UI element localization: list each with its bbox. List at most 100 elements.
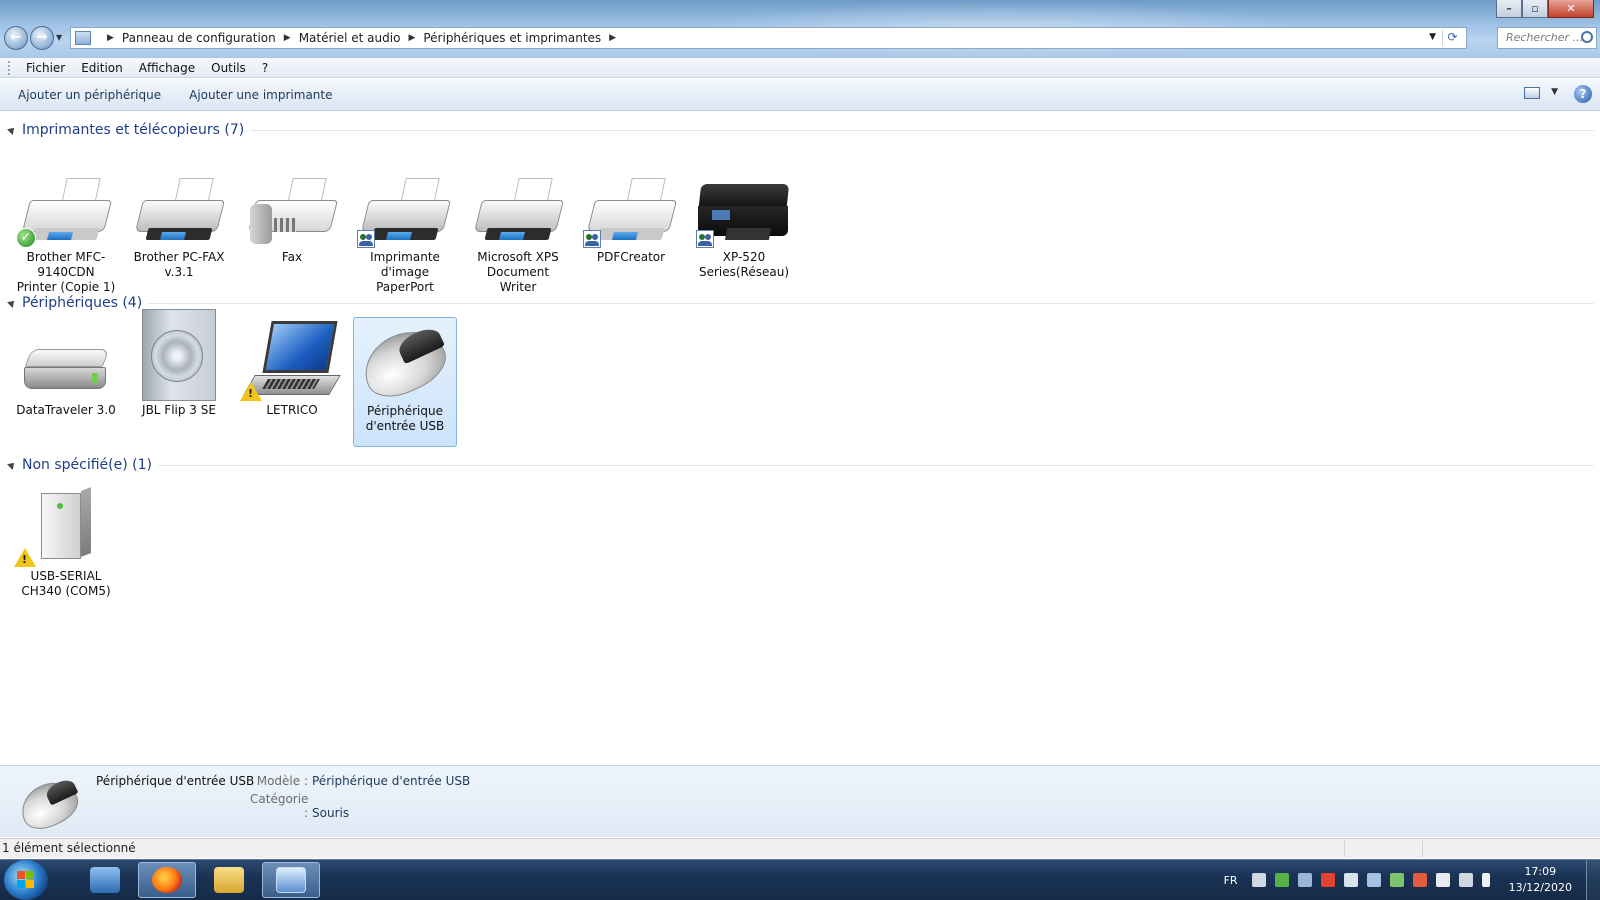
shared-icon xyxy=(696,230,714,248)
details-model-row: Modèle : Périphérique d'entrée USB xyxy=(250,774,471,788)
breadcrumb-item[interactable]: Panneau de configuration xyxy=(122,31,276,45)
volume-icon[interactable] xyxy=(1412,873,1427,887)
shared-icon xyxy=(357,230,375,248)
back-button[interactable]: ← xyxy=(4,26,28,50)
group-header[interactable]: Périphériques (4) xyxy=(0,293,1600,313)
device-label: Périphérique d'entrée USB xyxy=(365,404,445,433)
help-icon[interactable]: ? xyxy=(1574,85,1592,103)
menu-edit[interactable]: Edition xyxy=(73,61,131,75)
clock-date: 13/12/2020 xyxy=(1508,881,1572,894)
collapse-icon[interactable] xyxy=(7,298,17,308)
taskbar-file-explorer[interactable] xyxy=(200,862,258,898)
printer-paperport[interactable]: Imprimante d'image PaperPort xyxy=(353,164,457,295)
group-title[interactable]: Périphériques (4) xyxy=(22,295,148,311)
view-dropdown-icon[interactable]: ▼ xyxy=(1551,87,1558,97)
change-view-icon[interactable] xyxy=(1524,87,1540,99)
speaker-icon xyxy=(127,309,231,401)
language-indicator[interactable]: FR xyxy=(1224,874,1238,887)
battery-icon[interactable] xyxy=(1481,873,1490,887)
add-device-button[interactable]: Ajouter un périphérique xyxy=(8,88,171,102)
taskbar-control-panel[interactable] xyxy=(262,862,320,898)
devices-view[interactable]: Imprimantes et télécopieurs (7) ✓ Brothe… xyxy=(0,112,1600,764)
maximize-button[interactable]: ▫ xyxy=(1522,0,1548,18)
search-input[interactable]: Rechercher ... xyxy=(1497,27,1597,49)
address-bar[interactable]: ▶ Panneau de configuration ▶ Matériel et… xyxy=(70,27,1467,49)
sync-icon[interactable] xyxy=(1389,873,1404,887)
details-pane: Périphérique d'entrée USB Modèle : Périph… xyxy=(0,765,1600,837)
message-icon[interactable] xyxy=(1366,873,1381,887)
device-icon[interactable] xyxy=(1343,873,1358,887)
group-title[interactable]: Imprimantes et télécopieurs (7) xyxy=(22,122,250,138)
breadcrumb-item[interactable]: Périphériques et imprimantes xyxy=(423,31,601,45)
back-arrow-icon: ← xyxy=(10,30,22,45)
firefox-icon xyxy=(152,867,182,893)
show-desktop-button[interactable] xyxy=(1586,860,1600,900)
fax-icon xyxy=(240,164,344,248)
details-device-name: Périphérique d'entrée USB xyxy=(96,774,255,788)
breadcrumb-item[interactable]: Matériel et audio xyxy=(299,31,401,45)
command-bar: Ajouter un périphérique Ajouter une impr… xyxy=(0,79,1600,111)
group-divider xyxy=(158,464,1594,466)
menu-help[interactable]: ? xyxy=(254,61,276,75)
printer-brother-pcfax[interactable]: Brother PC-FAX v.3.1 xyxy=(127,164,231,280)
collapse-icon[interactable] xyxy=(7,460,17,470)
network-icon[interactable] xyxy=(1251,873,1266,887)
taskbar-firefox[interactable] xyxy=(138,862,196,898)
device-label: Fax xyxy=(281,250,303,264)
forward-button[interactable]: → xyxy=(30,26,54,50)
menu-file[interactable]: Fichier xyxy=(18,61,73,75)
breadcrumb-arrow-icon[interactable]: ▶ xyxy=(408,33,415,43)
taskbar: FR 17:09 13/12/2020 xyxy=(0,859,1600,900)
taskbar-windows-explorer[interactable] xyxy=(76,862,134,898)
breadcrumb-arrow-icon[interactable]: ▶ xyxy=(609,33,616,43)
breadcrumb-arrow-icon[interactable]: ▶ xyxy=(284,33,291,43)
collapse-icon[interactable] xyxy=(7,125,17,135)
printer-pdfcreator[interactable]: PDFCreator xyxy=(579,164,683,265)
title-bar: – ▫ ✕ ← → ▼ ▶ Panneau de configuration ▶… xyxy=(0,0,1600,58)
printer-brother-mfc[interactable]: ✓ Brother MFC-9140CDN Printer (Copie 1) xyxy=(14,164,118,295)
action-center-icon[interactable] xyxy=(1435,873,1450,887)
close-button[interactable]: ✕ xyxy=(1548,0,1594,18)
device-label: Brother MFC-9140CDN Printer (Copie 1) xyxy=(16,250,116,294)
security-icon[interactable] xyxy=(1274,873,1289,887)
device-label: Microsoft XPS Document Writer xyxy=(477,250,559,294)
mouse-icon xyxy=(353,318,456,408)
device-usb-serial[interactable]: ! USB-SERIAL CH340 (COM5) xyxy=(14,483,118,599)
search-icon[interactable] xyxy=(1581,31,1593,43)
printer-xp520[interactable]: XP-520 Series(Réseau) xyxy=(692,164,796,280)
details-category-value: Souris xyxy=(312,806,350,820)
status-divider xyxy=(1422,841,1423,857)
warning-icon: ! xyxy=(14,548,36,567)
printer-fax[interactable]: Fax xyxy=(240,164,344,265)
start-button[interactable] xyxy=(4,860,48,900)
device-letrico[interactable]: ! LETRICO xyxy=(240,317,344,418)
group-title[interactable]: Non spécifié(e) (1) xyxy=(22,457,158,473)
printer-xps[interactable]: Microsoft XPS Document Writer xyxy=(466,164,570,295)
menu-view[interactable]: Affichage xyxy=(131,61,203,75)
device-label: Imprimante d'image PaperPort xyxy=(370,250,440,294)
history-dropdown-icon[interactable]: ▼ xyxy=(56,33,62,42)
details-model-value: Périphérique d'entrée USB xyxy=(312,774,471,788)
address-dropdown-icon[interactable]: ▼ xyxy=(1429,32,1436,42)
group-divider xyxy=(250,129,1594,131)
minimize-button[interactable]: – xyxy=(1496,0,1522,18)
device-label: PDFCreator xyxy=(596,250,666,264)
refresh-icon[interactable]: ⟳ xyxy=(1442,30,1462,46)
warning-icon: ! xyxy=(240,382,262,401)
windows-explorer-icon xyxy=(90,867,120,893)
device-datatraveler[interactable]: DataTraveler 3.0 xyxy=(14,317,118,418)
group-header[interactable]: Non spécifié(e) (1) xyxy=(0,455,1600,475)
group-divider xyxy=(148,302,1594,304)
speaker-muted-icon[interactable] xyxy=(1458,873,1473,887)
group-header[interactable]: Imprimantes et télécopieurs (7) xyxy=(0,120,1600,140)
add-printer-button[interactable]: Ajouter une imprimante xyxy=(179,88,342,102)
antivirus-icon[interactable] xyxy=(1320,873,1335,887)
device-jbl-flip[interactable]: JBL Flip 3 SE xyxy=(127,309,231,418)
clock[interactable]: 17:09 13/12/2020 xyxy=(1509,864,1572,896)
bluetooth-icon[interactable] xyxy=(1297,873,1312,887)
breadcrumb-arrow-icon[interactable]: ▶ xyxy=(107,33,114,43)
menu-tools[interactable]: Outils xyxy=(203,61,254,75)
device-label: USB-SERIAL CH340 (COM5) xyxy=(21,569,111,598)
device-usb-input[interactable]: Périphérique d'entrée USB xyxy=(353,317,457,447)
status-bar: 1 élément sélectionné xyxy=(0,838,1600,858)
